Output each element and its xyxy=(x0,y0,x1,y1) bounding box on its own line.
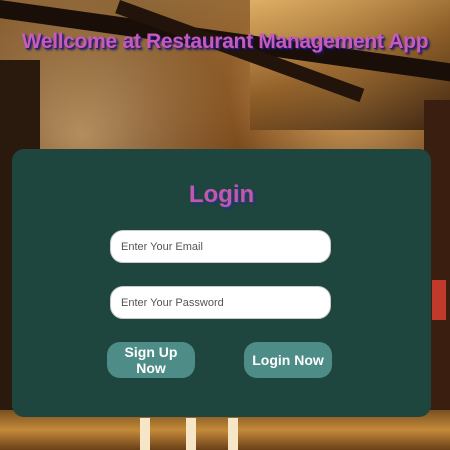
sign-up-button[interactable]: Sign Up Now xyxy=(107,342,195,378)
login-card: Login Sign Up Now Login Now xyxy=(12,149,431,417)
floor-light xyxy=(140,418,150,450)
red-panel xyxy=(432,280,446,320)
app-title: Wellcome at Restaurant Management App xyxy=(21,30,429,53)
login-heading: Login xyxy=(188,181,255,208)
login-button[interactable]: Login Now xyxy=(244,342,332,378)
email-field[interactable] xyxy=(110,230,331,263)
password-field[interactable] xyxy=(110,286,331,319)
floor-light xyxy=(186,418,196,450)
floor-light xyxy=(228,418,238,450)
